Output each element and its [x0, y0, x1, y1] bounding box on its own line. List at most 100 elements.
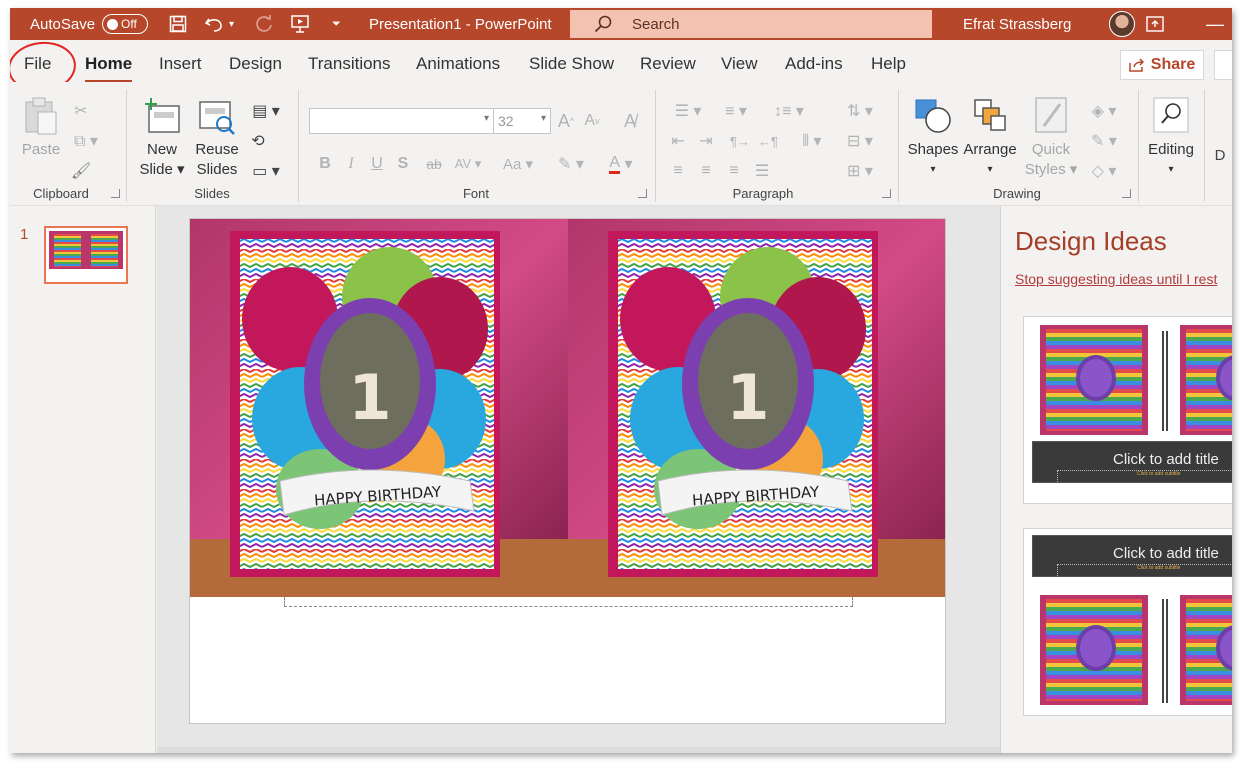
arrange-label: Arrange: [963, 141, 1017, 158]
redo-icon[interactable]: [252, 8, 276, 40]
paragraph-launcher-icon[interactable]: [882, 189, 891, 198]
reset-icon[interactable]: ⟲: [246, 130, 270, 152]
tab-view[interactable]: View: [721, 54, 758, 74]
quick-styles-label-1: Quick: [1031, 141, 1071, 158]
share-button[interactable]: Share: [1120, 50, 1204, 80]
birthday-card-photo-right[interactable]: 1 HAPPY BIRTHDAY: [568, 219, 946, 597]
undo-dropdown-icon[interactable]: ▾: [229, 8, 234, 40]
design-idea-card[interactable]: Click to add title Click to add subtitle: [1023, 528, 1232, 716]
layout-icon[interactable]: ▤ ▾: [246, 100, 286, 122]
thumbnail-photo: [49, 231, 86, 269]
shapes-button[interactable]: Shapes ▾: [906, 96, 960, 180]
align-text-icon[interactable]: ⊟ ▾: [840, 130, 880, 152]
reuse-slides-button[interactable]: Reuse Slides: [194, 96, 240, 180]
tab-review[interactable]: Review: [640, 54, 696, 74]
search-placeholder: Search: [632, 15, 680, 33]
comments-button[interactable]: [1214, 50, 1232, 80]
editing-button[interactable]: Editing ▾: [1144, 96, 1198, 180]
font-launcher-icon[interactable]: [638, 189, 647, 198]
present-from-start-icon[interactable]: [288, 8, 312, 40]
paste-button[interactable]: Paste: [22, 96, 60, 160]
ribbon-display-options-icon[interactable]: [1143, 8, 1167, 40]
align-center-icon[interactable]: ≡: [694, 160, 718, 182]
tab-slide-show[interactable]: Slide Show: [529, 54, 614, 74]
text-placeholder[interactable]: [284, 597, 853, 607]
arrange-button[interactable]: Arrange ▾: [962, 96, 1018, 180]
strikethrough-icon[interactable]: ab: [422, 152, 446, 176]
line-spacing-icon[interactable]: ↕≡ ▾: [766, 100, 812, 122]
slide-thumbnail[interactable]: [44, 226, 128, 284]
design-idea-title-placeholder: Click to add title: [1113, 545, 1219, 562]
tab-add-ins[interactable]: Add-ins: [785, 54, 843, 74]
italic-icon[interactable]: I: [342, 152, 360, 176]
numbering-icon[interactable]: ≡ ▾: [714, 100, 758, 122]
font-size-value: 32: [498, 113, 514, 129]
reuse-slides-label-1: Reuse: [195, 141, 239, 158]
smartart-icon[interactable]: ⊞ ▾: [840, 160, 880, 182]
cut-icon[interactable]: ✂: [68, 100, 94, 122]
reuse-slides-label-2: Slides: [196, 161, 238, 178]
text-direction-icon[interactable]: ⇅ ▾: [840, 100, 880, 122]
shape-fill-icon[interactable]: ◈ ▾: [1084, 100, 1124, 122]
clear-formatting-icon[interactable]: A̸: [618, 108, 642, 134]
rtl-icon[interactable]: ←¶: [756, 130, 780, 152]
search-box[interactable]: Search: [570, 10, 932, 38]
decrease-indent-icon[interactable]: ⇤: [666, 130, 690, 152]
user-name[interactable]: Efrat Strassberg: [963, 8, 1071, 40]
dictate-partial[interactable]: D: [1210, 144, 1230, 166]
align-right-icon[interactable]: ≡: [722, 160, 746, 182]
customize-toolbar-icon[interactable]: ⏷: [332, 8, 341, 40]
decrease-font-size-icon[interactable]: Av: [582, 108, 602, 134]
powerpoint-window: AutoSave Off ▾ ⏷ Presentation1 - PowerPo…: [10, 8, 1232, 753]
birthday-card-photo-left[interactable]: 1 HAPPY BIRTHDAY: [190, 219, 568, 597]
quick-styles-button[interactable]: Quick Styles ▾: [1024, 96, 1078, 180]
avatar[interactable]: [1109, 11, 1135, 37]
drawing-launcher-icon[interactable]: [1122, 189, 1131, 198]
columns-icon[interactable]: ⫴ ▾: [794, 130, 830, 152]
slide-editor: 1 HAPPY BIRTHDAY 1 HAPPY BIRTHDAY: [157, 206, 1000, 753]
find-icon: [1153, 97, 1189, 133]
underline-icon[interactable]: U: [368, 152, 386, 176]
minimize-icon[interactable]: —: [1206, 8, 1224, 40]
tab-transitions[interactable]: Transitions: [308, 54, 391, 74]
clipboard-launcher-icon[interactable]: [111, 189, 120, 198]
tab-help[interactable]: Help: [871, 54, 906, 74]
font-color-icon[interactable]: A ▾: [602, 152, 640, 176]
increase-indent-icon[interactable]: ⇥: [694, 130, 718, 152]
align-left-icon[interactable]: ≡: [666, 160, 690, 182]
autosave-toggle[interactable]: Off: [102, 14, 148, 34]
stop-suggesting-link[interactable]: Stop suggesting ideas until I rest: [1015, 271, 1217, 287]
slide-canvas[interactable]: 1 HAPPY BIRTHDAY 1 HAPPY BIRTHDAY: [189, 218, 946, 724]
quick-styles-label-2: Styles ▾: [1024, 161, 1078, 178]
font-name-combo[interactable]: ▾: [309, 108, 494, 134]
tab-insert[interactable]: Insert: [159, 54, 202, 74]
new-slide-label-2: Slide ▾: [139, 161, 185, 178]
new-slide-button[interactable]: New Slide ▾: [138, 96, 186, 180]
tab-home[interactable]: Home: [85, 54, 133, 83]
ribbon: Paste ✂ ⧉ ▾ 🖌 Clipboard New Slide ▾ Reus…: [10, 82, 1232, 206]
bold-icon[interactable]: B: [316, 152, 334, 176]
shape-effects-icon[interactable]: ◇ ▾: [1084, 160, 1124, 182]
justify-icon[interactable]: ☰: [750, 160, 774, 182]
character-spacing-icon[interactable]: AV ▾: [450, 152, 486, 176]
font-size-combo[interactable]: 32 ▾: [493, 108, 551, 134]
highlight-color-icon[interactable]: ✎ ▾: [552, 152, 590, 176]
design-idea-card[interactable]: Click to add title Click to add subtitle: [1023, 316, 1232, 504]
shadow-icon[interactable]: S: [394, 152, 412, 176]
save-icon[interactable]: [167, 8, 189, 40]
tab-design[interactable]: Design: [229, 54, 282, 74]
ltr-icon[interactable]: ¶→: [728, 130, 752, 152]
change-case-icon[interactable]: Aa ▾: [498, 152, 538, 176]
bullets-icon[interactable]: ☰ ▾: [666, 100, 710, 122]
tab-animations[interactable]: Animations: [416, 54, 500, 74]
undo-icon[interactable]: [202, 8, 226, 40]
new-slide-icon: [145, 98, 180, 133]
horizontal-scrollbar[interactable]: [157, 747, 1000, 753]
format-painter-icon[interactable]: 🖌: [68, 160, 94, 182]
design-idea-subtitle-placeholder: Click to add subtitle: [1137, 565, 1181, 571]
section-icon[interactable]: ▭ ▾: [246, 160, 286, 182]
arrange-icon: [974, 99, 1006, 131]
copy-icon[interactable]: ⧉ ▾: [68, 130, 104, 152]
shape-outline-icon[interactable]: ✎ ▾: [1084, 130, 1124, 152]
increase-font-size-icon[interactable]: A ^: [556, 108, 576, 134]
